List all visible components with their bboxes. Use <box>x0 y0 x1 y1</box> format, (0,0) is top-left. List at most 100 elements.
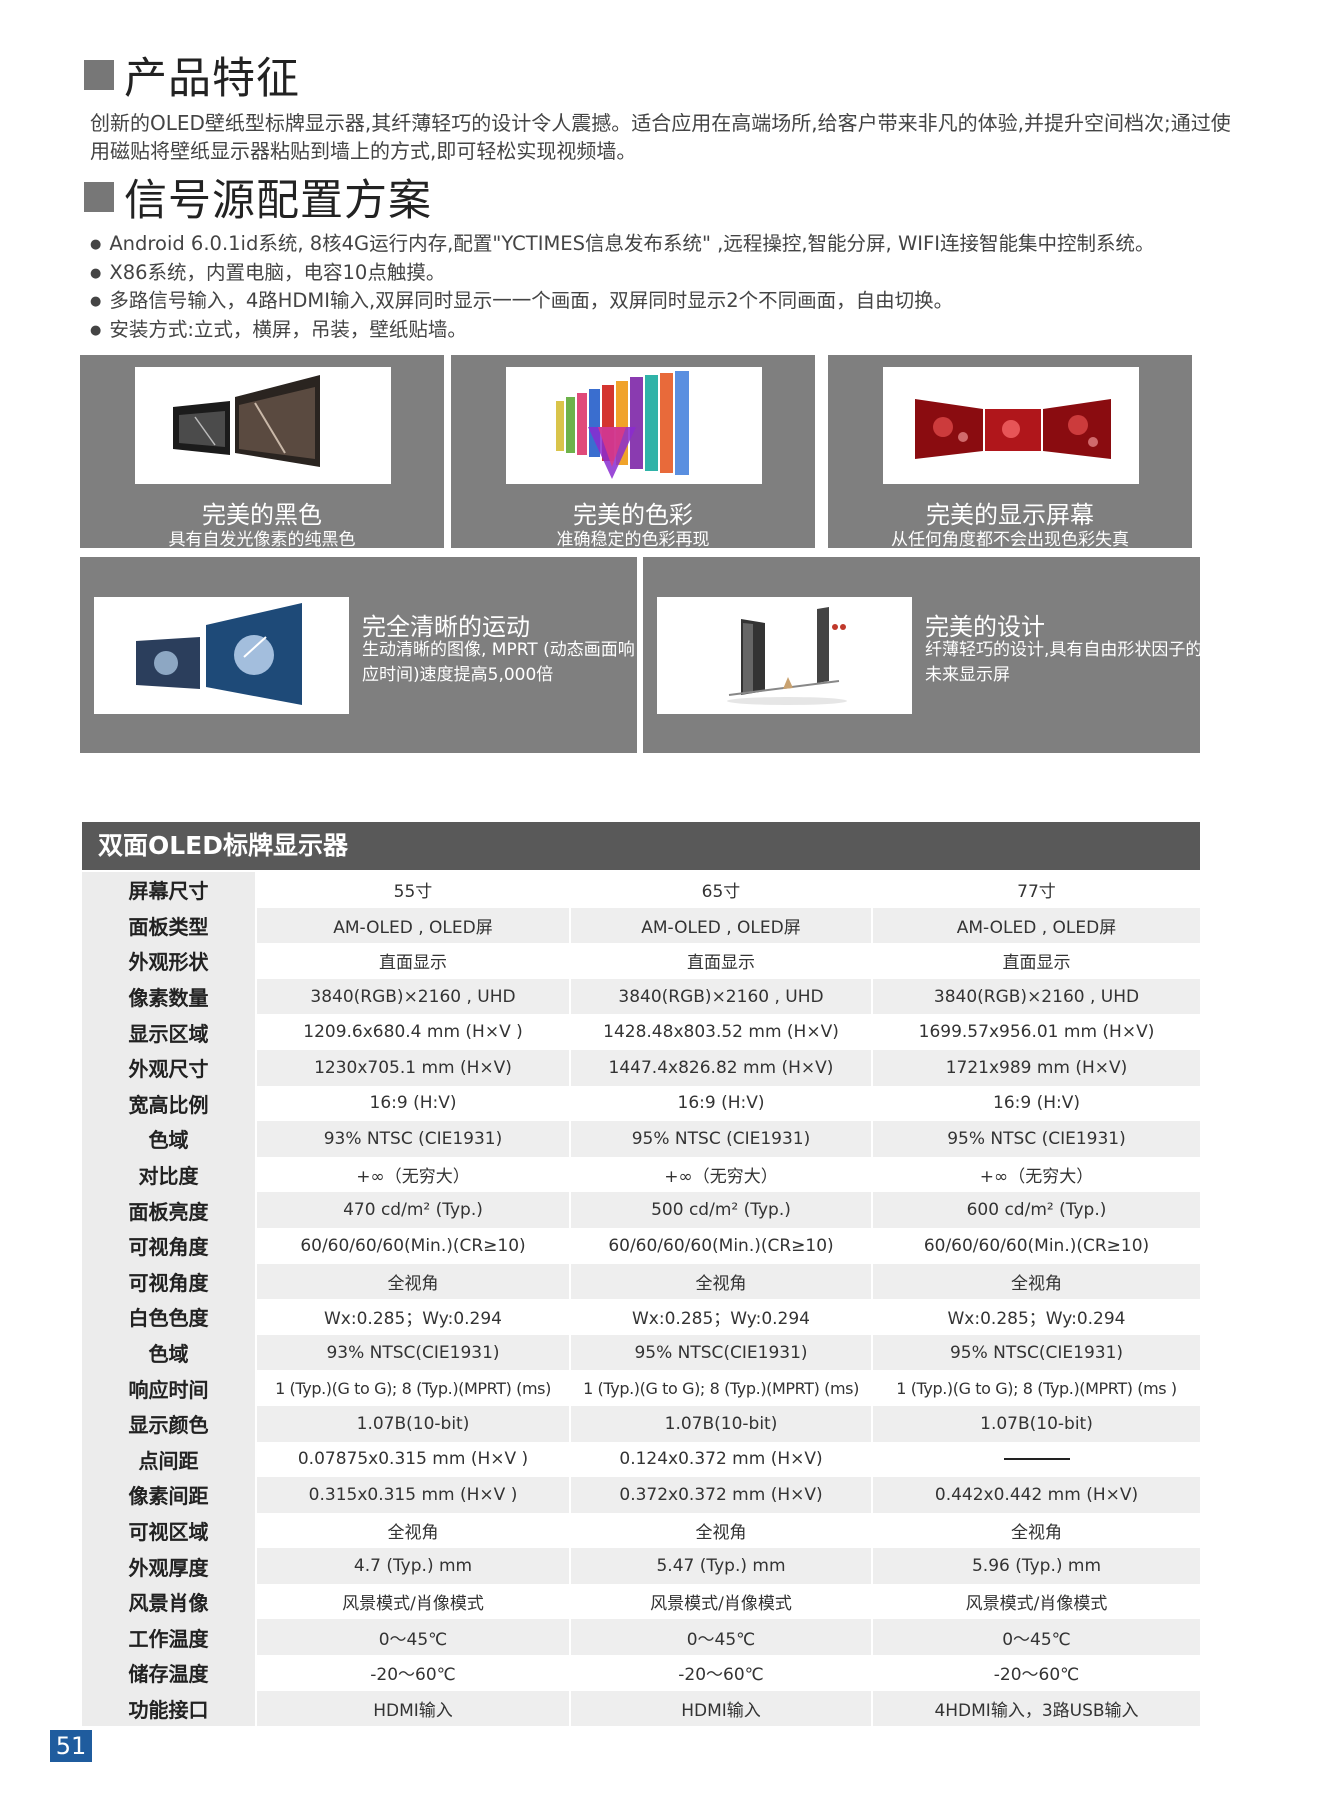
intro-paragraph: 创新的OLED壁纸型标牌显示器,其纤薄轻巧的设计令人震撼。适合应用在高端场所,给… <box>90 111 1231 163</box>
cell-77: +∞（无穷大） <box>871 1156 1200 1193</box>
cell-65: 5.47 (Typ.) mm <box>569 1548 872 1584</box>
cell-77: Wx:0.285；Wy:0.294 <box>871 1299 1200 1335</box>
feature-image-display <box>883 367 1139 484</box>
cell-77: 全视角 <box>871 1263 1200 1300</box>
cell-77: 直面显示 <box>871 943 1200 979</box>
table-row: 可视角度 60/60/60/60(Min.)(CR≥10) 60/60/60/60(… <box>82 1227 1200 1264</box>
cell-77: 风景模式/肖像模式 <box>871 1583 1200 1620</box>
cell-77: 3840(RGB)×2160 , UHD <box>871 978 1200 1015</box>
cell-55: 1.07B(10-bit) <box>255 1405 570 1442</box>
cell-65: 95% NTSC(CIE1931) <box>569 1334 872 1371</box>
bullet-item: 多路信号输入，4路HDMI输入,双屏同时显示一一个画面，双屏同时显示2个不同画面… <box>90 287 1154 316</box>
spec-table-title: 双面OLED标牌显示器 <box>82 822 1200 870</box>
row-label: 色域 <box>82 1334 256 1371</box>
cell-55: 4.7 (Typ.) mm <box>255 1548 570 1584</box>
feature-desc: 准确稳定的色彩再现 <box>556 530 710 550</box>
cell-77: 1.07B(10-bit) <box>871 1405 1200 1442</box>
row-label: 风景肖像 <box>82 1583 256 1620</box>
row-label: 宽高比例 <box>82 1085 256 1122</box>
row-label: 外观厚度 <box>82 1548 256 1584</box>
cell-77: 0.442x0.442 mm (H×V) <box>871 1477 1200 1513</box>
row-label: 对比度 <box>82 1156 256 1193</box>
row-label: 像素数量 <box>82 978 256 1015</box>
table-row: 风景肖像 风景模式/肖像模式 风景模式/肖像模式 风景模式/肖像模式 <box>82 1583 1200 1620</box>
feature-image-black <box>135 367 391 484</box>
row-label: 屏幕尺寸 <box>82 872 256 908</box>
cell-77: 全视角 <box>871 1512 1200 1549</box>
cell-65: 1.07B(10-bit) <box>569 1405 872 1442</box>
table-row: 可视区域 全视角 全视角 全视角 <box>82 1512 1200 1549</box>
cell-65: 直面显示 <box>569 943 872 979</box>
cell-65: 500 cd/m² (Typ.) <box>569 1192 872 1228</box>
cell-77: 95% NTSC (CIE1931) <box>871 1121 1200 1157</box>
cell-55: 0.07875x0.315 mm (H×V ) <box>255 1441 570 1478</box>
cell-77: 1 (Typ.)(G to G); 8 (Typ.)(MPRT) (ms ) <box>871 1370 1200 1406</box>
cell-65: 1447.4x826.82 mm (H×V) <box>569 1049 872 1086</box>
cell-65: 1428.48x803.52 mm (H×V) <box>569 1014 872 1050</box>
table-row: 宽高比例 16:9 (H:V) 16:9 (H:V) 16:9 (H:V) <box>82 1085 1200 1122</box>
section-title-text: 产品特征 <box>124 54 300 104</box>
cell-77: 4HDMI输入，3路USB输入 <box>871 1690 1200 1727</box>
cell-55: 93% NTSC (CIE1931) <box>255 1121 570 1157</box>
cell-77: 1699.57x956.01 mm (H×V) <box>871 1014 1200 1050</box>
table-row: 功能接口 HDMI输入 HDMI输入 4HDMI输入，3路USB输入 <box>82 1690 1200 1727</box>
section-title-text: 信号源配置方案 <box>124 176 432 226</box>
table-row: 工作温度 0～45℃ 0～45℃ 0～45℃ <box>82 1619 1200 1656</box>
dash-placeholder <box>1003 1458 1070 1461</box>
feature-desc: 从任何角度都不会出现色彩失真 <box>891 530 1129 550</box>
feature-image-motion <box>94 597 349 714</box>
table-row: 像素间距 0.315x0.315 mm (H×V ) 0.372x0.372 mm … <box>82 1477 1200 1513</box>
cell-55: 470 cd/m² (Typ.) <box>255 1192 570 1228</box>
cell-55: Wx:0.285；Wy:0.294 <box>255 1299 570 1335</box>
feature-title: 完全清晰的运动 <box>362 613 530 641</box>
cell-65: 风景模式/肖像模式 <box>569 1583 872 1620</box>
table-row: 储存温度 -20～60℃ -20～60℃ -20～60℃ <box>82 1655 1200 1691</box>
cell-65: 0.372x0.372 mm (H×V) <box>569 1477 872 1513</box>
cell-55: 风景模式/肖像模式 <box>255 1583 570 1620</box>
cell-77: -20～60℃ <box>871 1655 1200 1691</box>
cell-65: AM-OLED , OLED屏 <box>569 907 872 944</box>
row-label: 可视角度 <box>82 1263 256 1300</box>
row-label: 外观尺寸 <box>82 1049 256 1086</box>
cell-55: 60/60/60/60(Min.)(CR≥10) <box>255 1227 570 1264</box>
cell-77: 60/60/60/60(Min.)(CR≥10) <box>871 1227 1200 1264</box>
cell-65: 65寸 <box>569 872 872 908</box>
cell-55: 55寸 <box>255 872 570 908</box>
bullet-item: X86系统，内置电脑，电容10点触摸。 <box>90 259 1154 288</box>
table-row: 外观尺寸 1230x705.1 mm (H×V) 1447.4x826.82 mm … <box>82 1049 1200 1086</box>
page-number: 51 <box>50 1730 92 1762</box>
row-label: 面板亮度 <box>82 1192 256 1228</box>
cell-55: 直面显示 <box>255 943 570 979</box>
cell-65: -20～60℃ <box>569 1655 872 1691</box>
table-row: 显示区域 1209.6x680.4 mm (H×V ) 1428.48x803.52… <box>82 1014 1200 1050</box>
cell-65: 0～45℃ <box>569 1619 872 1656</box>
table-row: 屏幕尺寸 55寸 65寸 77寸 <box>82 872 1200 908</box>
cell-65: 3840(RGB)×2160 , UHD <box>569 978 872 1015</box>
cell-55: +∞（无穷大） <box>255 1156 570 1193</box>
cell-65: 全视角 <box>569 1512 872 1549</box>
cell-77: 16:9 (H:V) <box>871 1085 1200 1122</box>
cell-77: AM-OLED , OLED屏 <box>871 907 1200 944</box>
section-title-features: 产品特征 <box>84 44 300 106</box>
feature-card-display: 完美的显示屏幕 从任何角度都不会出现色彩失真 <box>828 355 1192 550</box>
table-row: 外观形状 直面显示 直面显示 直面显示 <box>82 943 1200 979</box>
cell-55: 全视角 <box>255 1512 570 1549</box>
row-label: 工作温度 <box>82 1619 256 1656</box>
cell-77: 600 cd/m² (Typ.) <box>871 1192 1200 1228</box>
row-label: 可视区域 <box>82 1512 256 1549</box>
feature-title: 完美的设计 <box>925 613 1045 641</box>
table-row: 可视角度 全视角 全视角 全视角 <box>82 1263 1200 1300</box>
row-label: 功能接口 <box>82 1690 256 1727</box>
cell-65: 全视角 <box>569 1263 872 1300</box>
spec-table: 屏幕尺寸 55寸 65寸 77寸 面板类型 AM-OLED , OLED屏 AM-OLED… <box>82 872 1200 1727</box>
cell-65: 1 (Typ.)(G to G); 8 (Typ.)(MPRT) (ms) <box>569 1370 872 1406</box>
feature-desc: 生动清晰的图像, MPRT (动态画面响应时间)速度提高5,000倍 <box>362 640 635 685</box>
table-row: 白色色度 Wx:0.285；Wy:0.294 Wx:0.285；Wy:0.294 Wx… <box>82 1299 1200 1335</box>
table-row: 显示颜色 1.07B(10-bit) 1.07B(10-bit) 1.07B(10-b… <box>82 1405 1200 1442</box>
cell-77: 5.96 (Typ.) mm <box>871 1548 1200 1584</box>
row-label: 白色色度 <box>82 1299 256 1335</box>
table-row: 响应时间 1 (Typ.)(G to G); 8 (Typ.)(MPRT) (ms… <box>82 1370 1200 1406</box>
bullet-item: Android 6.0.1id系统, 8核4G运行内存,配置"YCTIMES信息… <box>90 230 1154 259</box>
table-row: 色域 93% NTSC(CIE1931) 95% NTSC(CIE1931) 95% … <box>82 1334 1200 1371</box>
cell-65: 16:9 (H:V) <box>569 1085 872 1122</box>
